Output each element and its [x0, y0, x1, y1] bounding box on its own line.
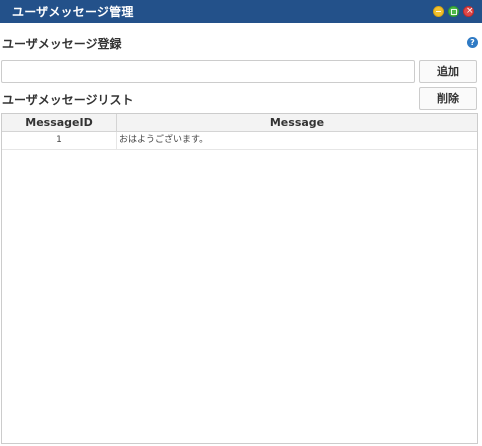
list-heading: ユーザメッセージリスト	[2, 93, 134, 107]
window-titlebar: ユーザメッセージ管理	[0, 0, 482, 23]
cell-message-text: おはようございます。	[119, 135, 209, 145]
cell-message-id: 1	[2, 132, 117, 149]
table-row[interactable]: 1 おはようございます。	[2, 132, 477, 150]
window-title: ユーザメッセージ管理	[12, 5, 134, 19]
register-heading: ユーザメッセージ登録	[2, 37, 122, 51]
close-icon[interactable]	[463, 6, 474, 17]
message-grid: MessageID Message 1 おはようございます。	[1, 113, 478, 444]
column-header-message[interactable]: Message	[117, 114, 477, 131]
delete-button[interactable]: 削除	[419, 87, 477, 110]
add-button[interactable]: 追加	[419, 60, 477, 83]
maximize-icon[interactable]	[448, 6, 459, 17]
grid-header: MessageID Message	[2, 114, 477, 132]
question-icon[interactable]: ?	[467, 37, 478, 48]
column-header-messageid[interactable]: MessageID	[2, 114, 117, 131]
minimize-icon[interactable]	[433, 6, 444, 17]
message-input[interactable]	[1, 60, 415, 83]
